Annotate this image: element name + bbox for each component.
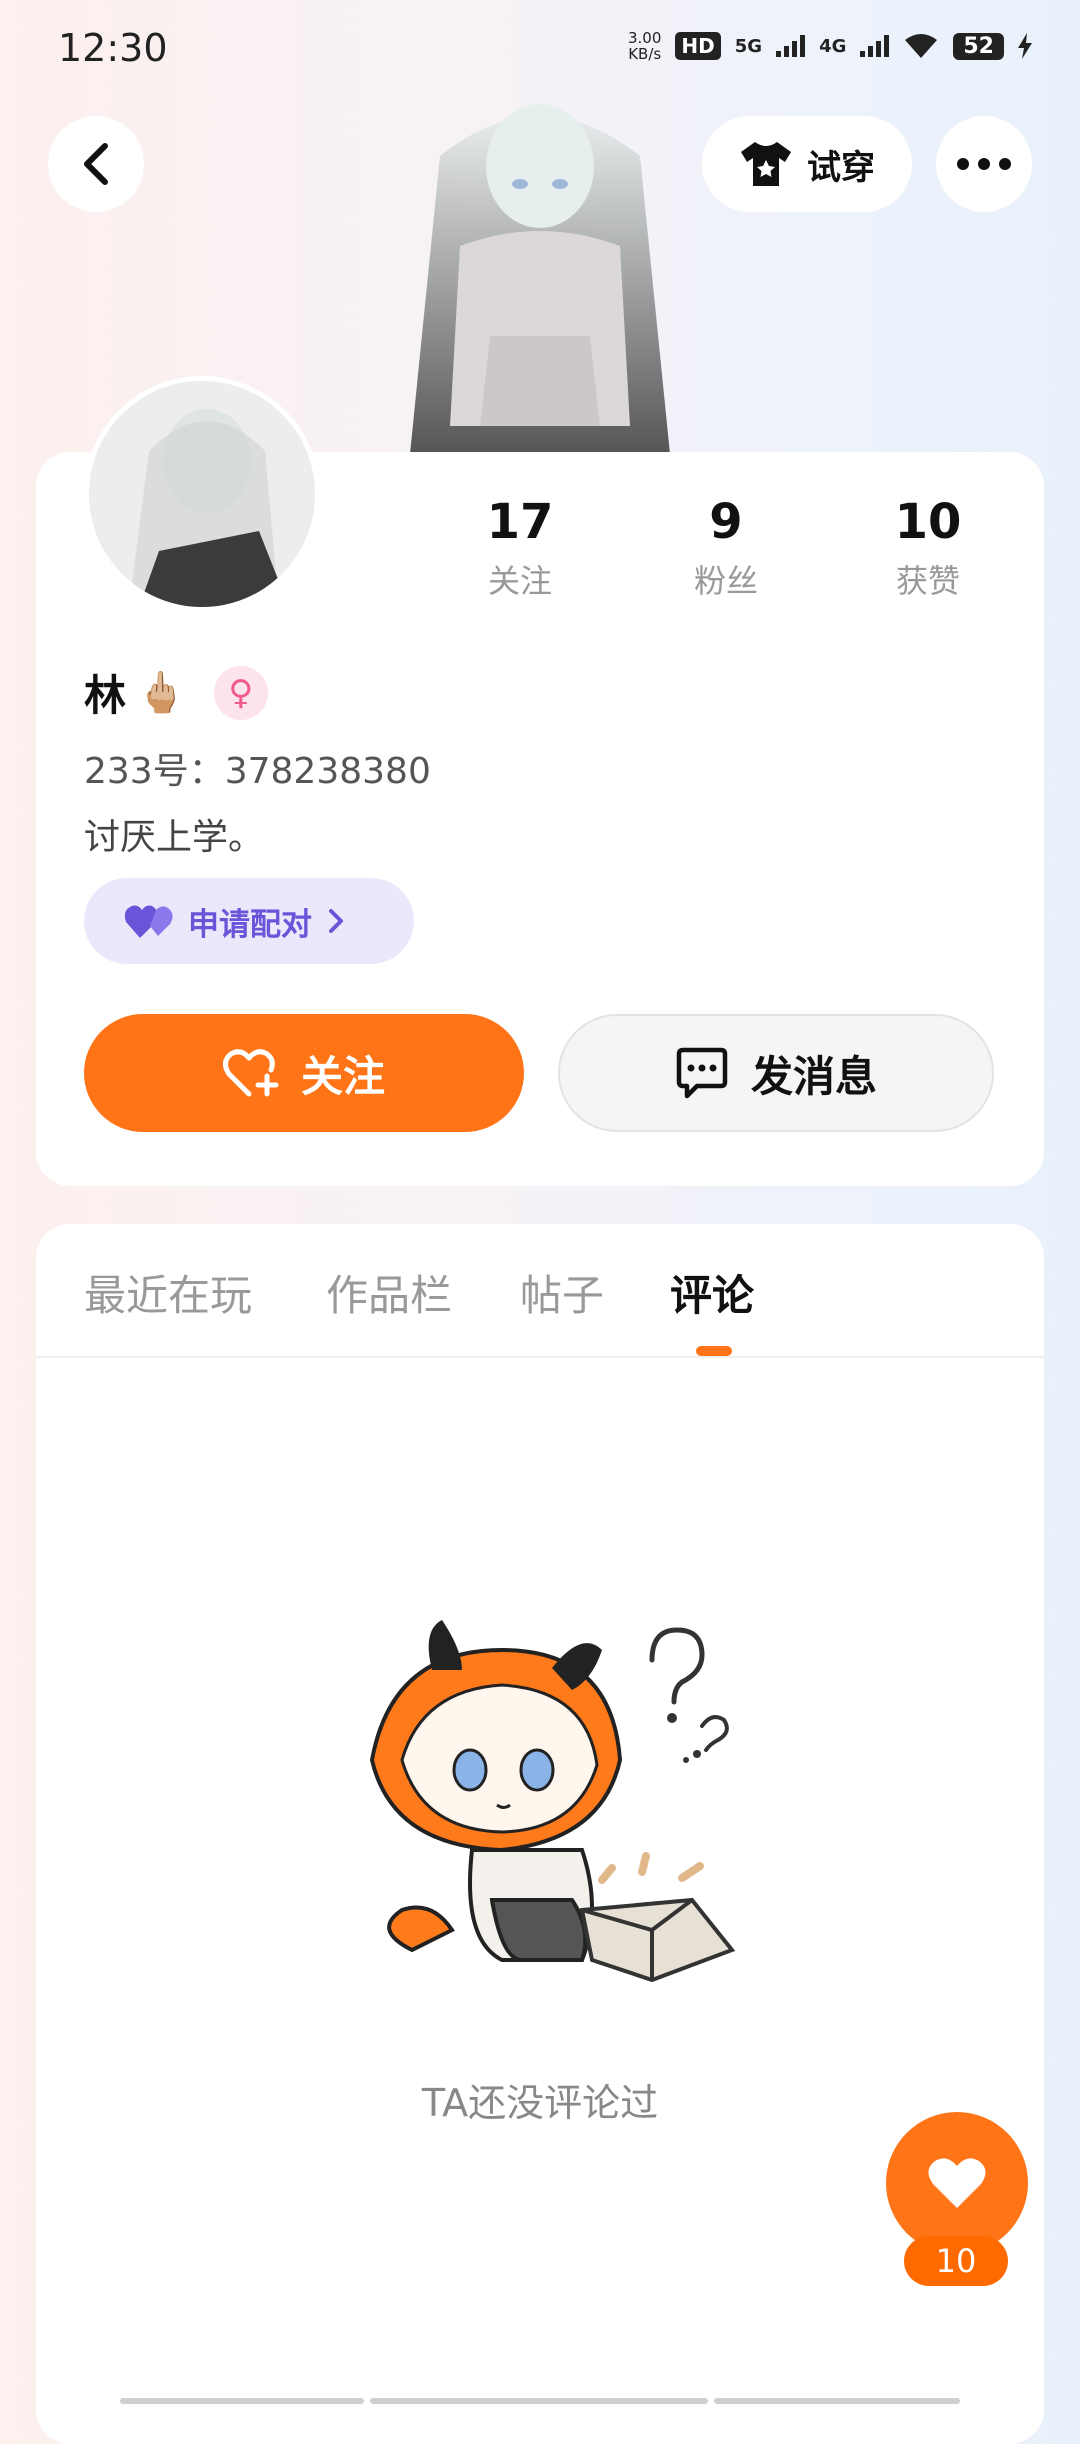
empty-state-text: TA还没评论过 (421, 2081, 659, 2125)
signal-4g-icon (860, 35, 890, 57)
signal-5g-icon (776, 35, 806, 57)
signal-5g-label: 5G (734, 35, 763, 57)
scroll-indicator-2 (370, 2398, 708, 2404)
net-speed: 3.00 KB/s (628, 29, 662, 63)
send-message-button[interactable]: 发消息 (558, 1014, 994, 1132)
try-on-button[interactable]: 试穿 (702, 116, 912, 212)
chat-bubble-icon (676, 1047, 728, 1099)
send-message-label: 发消息 (750, 1051, 877, 1101)
chevron-left-icon (84, 143, 108, 185)
user-bio: 讨厌上学。 (84, 817, 265, 858)
cover-avatar-figure (400, 96, 680, 454)
scroll-indicator-1 (120, 2398, 364, 2404)
hd-icon: HD (675, 32, 721, 60)
status-time: 12:30 (58, 26, 168, 70)
more-button[interactable] (936, 116, 1032, 212)
stat-likes[interactable]: 10 获赞 (828, 494, 1028, 602)
avatar[interactable] (84, 376, 320, 612)
stat-following[interactable]: 17 关注 (420, 494, 620, 602)
tab-posts[interactable]: 帖子 (520, 1262, 604, 1323)
tab-works[interactable]: 作品栏 (326, 1262, 452, 1323)
username: 林 🖕🏼 ♀ (84, 662, 268, 723)
like-count-badge: 10 (904, 2236, 1008, 2286)
request-pair-button[interactable]: 申请配对 (84, 878, 414, 964)
tab-recently-played[interactable]: 最近在玩 (84, 1262, 252, 1323)
status-icons: 3.00 KB/s HD 5G 4G 52 (628, 30, 1032, 62)
shirt-icon (741, 142, 791, 186)
follow-label: 关注 (300, 1051, 385, 1101)
active-tab-indicator (696, 1346, 732, 1356)
signal-4g-label: 4G (819, 35, 847, 57)
battery-icon: 52 (953, 32, 1004, 60)
heart-icon (928, 2158, 986, 2208)
avatar-image (89, 381, 315, 607)
tab-comments[interactable]: 评论 (670, 1262, 754, 1323)
user-id: 233号：378238380 (84, 751, 431, 792)
follow-button[interactable]: 关注 (84, 1014, 524, 1132)
try-on-label: 试穿 (807, 147, 875, 188)
female-gender-icon: ♀ (213, 665, 268, 720)
scroll-indicator-3 (714, 2398, 960, 2404)
double-heart-icon (124, 905, 173, 938)
request-pair-label: 申请配对 (188, 906, 312, 943)
charging-icon (1018, 33, 1032, 59)
heart-plus-icon (222, 1049, 279, 1097)
wifi-icon (905, 34, 938, 58)
stat-fans[interactable]: 9 粉丝 (626, 494, 826, 602)
like-button[interactable] (886, 2112, 1028, 2254)
back-button[interactable] (48, 116, 144, 212)
username-text: 林 (84, 671, 127, 720)
more-dots-icon (957, 158, 1011, 170)
empty-state-illustration (352, 1610, 752, 2010)
tabs-divider (36, 1356, 1044, 1358)
username-emoji: 🖕🏼 (136, 670, 186, 716)
chevron-right-icon (329, 909, 343, 933)
